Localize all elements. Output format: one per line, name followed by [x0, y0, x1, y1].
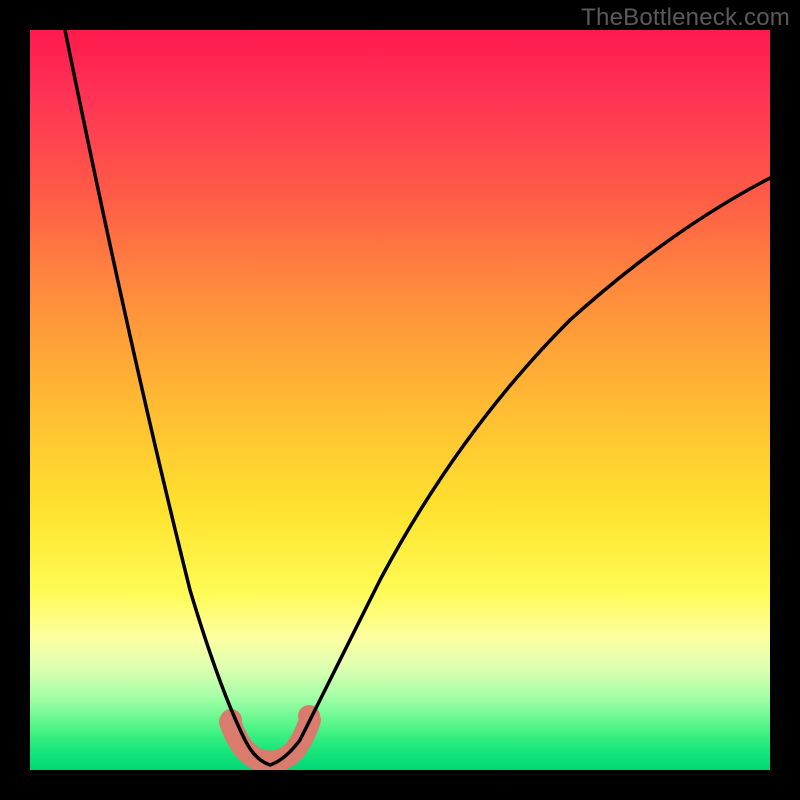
curve-right: [270, 178, 770, 765]
curve-left: [65, 30, 270, 765]
watermark-text: TheBottleneck.com: [581, 4, 790, 32]
bottleneck-plot: [30, 30, 770, 770]
chart-area: [30, 30, 770, 770]
